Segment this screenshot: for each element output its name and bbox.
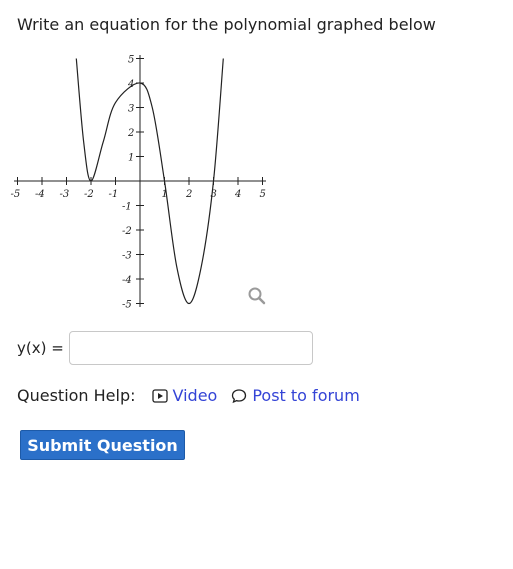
x-tick-label: -4	[35, 189, 45, 200]
speech-bubble-icon	[232, 388, 247, 403]
y-ticks: -5-4-3-2-112345	[122, 55, 144, 311]
submit-question-button[interactable]: Submit Question	[20, 430, 185, 460]
y-tick-label: -4	[122, 275, 132, 286]
y-tick-label: -1	[122, 202, 132, 213]
y-tick-label: 3	[128, 104, 134, 115]
x-tick-label: -5	[11, 189, 21, 200]
video-link-label: Video	[172, 386, 218, 405]
y-tick-label: 5	[128, 55, 134, 66]
magnifier-icon[interactable]	[247, 286, 267, 306]
x-tick-label: -3	[60, 189, 70, 200]
question-prompt: Write an equation for the polynomial gra…	[17, 15, 436, 34]
x-tick-label: -1	[109, 189, 119, 200]
y-tick-label: 2	[127, 128, 134, 139]
answer-label: y(x) =	[17, 339, 64, 357]
x-tick-label: 4	[234, 189, 241, 200]
question-help-label: Question Help:	[17, 386, 136, 405]
y-tick-label: -2	[122, 226, 132, 237]
x-tick-label: 2	[185, 189, 192, 200]
x-tick-label: -2	[84, 189, 94, 200]
y-tick-label: -3	[122, 251, 132, 262]
post-to-forum-link[interactable]: Post to forum	[231, 386, 360, 405]
y-tick-label: -5	[122, 300, 132, 311]
x-tick-label: 5	[260, 189, 266, 200]
post-to-forum-label: Post to forum	[252, 386, 360, 405]
answer-input[interactable]	[69, 331, 313, 365]
y-tick-label: 1	[128, 153, 134, 164]
play-icon	[151, 388, 168, 403]
polynomial-graph: -5 -4 -3 -2 -1 1 2 3 4 5 -5-4-3-2-112345	[11, 55, 266, 311]
x-ticks: -5 -4 -3 -2 -1 1 2 3 4 5	[11, 177, 266, 200]
video-link[interactable]: Video	[151, 386, 218, 405]
question-help: Question Help: Video Post to forum	[17, 386, 360, 405]
